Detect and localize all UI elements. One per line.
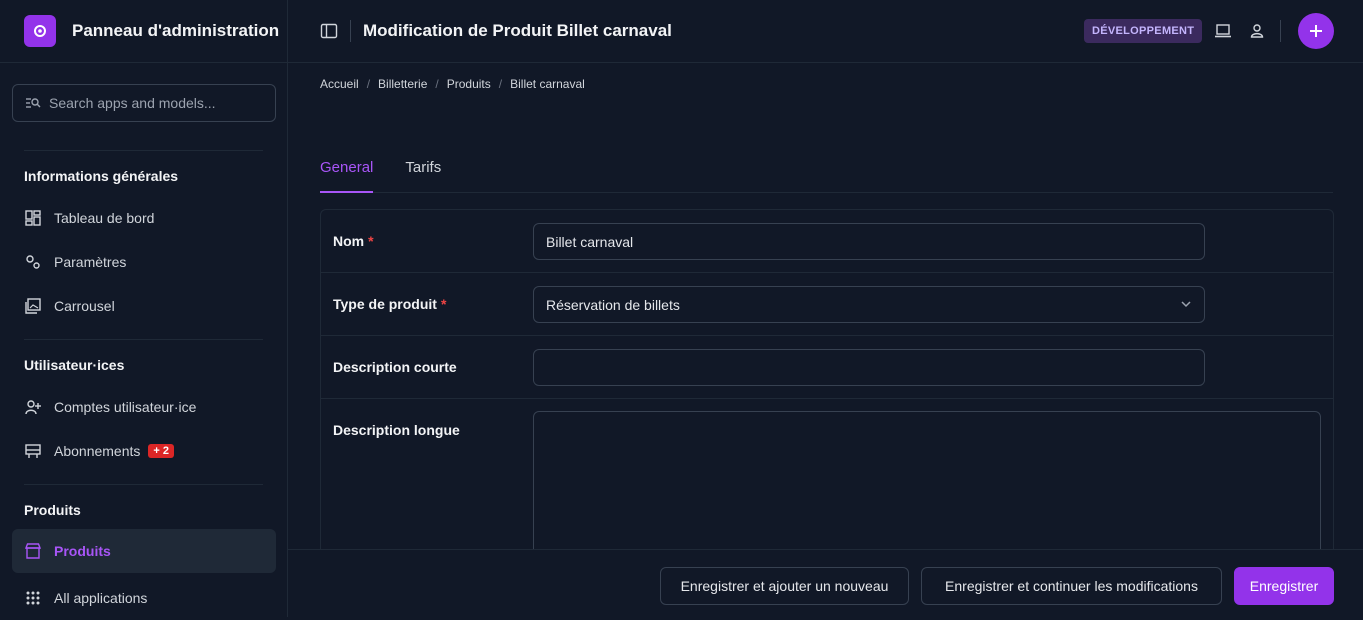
form-row-nom: Nom * Billet carnaval (321, 210, 1333, 273)
breadcrumb-item-home[interactable]: Accueil (320, 77, 359, 91)
sidebar-item-settings[interactable]: Paramètres (12, 240, 276, 284)
divider (24, 150, 263, 151)
subscription-icon (24, 442, 42, 460)
field-label: Nom * (333, 233, 374, 249)
save-and-add-button[interactable]: Enregistrer et ajouter un nouveau (660, 567, 909, 605)
name-field[interactable]: Billet carnaval (533, 223, 1205, 260)
product-type-value: Réservation de billets (546, 296, 680, 313)
brand-title[interactable]: Panneau d'administration (72, 21, 279, 41)
tab-tarifs[interactable]: Tarifs (405, 150, 441, 193)
sidebar-item-user-accounts[interactable]: Comptes utilisateur·ice (12, 385, 276, 429)
store-icon (24, 542, 42, 560)
field-label: Description courte (333, 359, 457, 375)
sidebar-item-label: All applications (54, 590, 148, 606)
sidebar-item-all-applications[interactable]: All applications (12, 576, 276, 620)
save-button[interactable]: Enregistrer (1234, 567, 1334, 605)
sidebar-item-label: Tableau de bord (54, 210, 155, 226)
user-icon[interactable] (1248, 22, 1266, 40)
form-actions-bar: Enregistrer et ajouter un nouveau Enregi… (288, 549, 1363, 617)
field-label: Type de produit * (333, 296, 447, 312)
form-row-short-description: Description courte (321, 336, 1333, 399)
short-description-field[interactable] (533, 349, 1205, 386)
save-and-continue-button[interactable]: Enregistrer et continuer les modificatio… (921, 567, 1222, 605)
add-button[interactable] (1298, 13, 1334, 49)
grid-icon (24, 589, 42, 607)
search-placeholder: Search apps and models... (49, 95, 216, 111)
group-title-products: Produits (24, 502, 81, 518)
sidebar-item-label: Abonnements (54, 443, 141, 459)
breadcrumb-separator: / (366, 77, 371, 91)
group-title-general: Informations générales (24, 168, 179, 184)
tab-bar: General Tarifs (320, 150, 1333, 193)
breadcrumb-item-current: Billet carnaval (510, 77, 585, 91)
dashboard-icon (24, 209, 42, 227)
environment-badge: DÉVELOPPEMENT (1084, 19, 1203, 43)
breadcrumb-separator: / (498, 77, 503, 91)
breadcrumb-item-products[interactable]: Produits (447, 77, 491, 91)
breadcrumb-item-ticketing[interactable]: Billetterie (378, 77, 427, 91)
chevron-down-icon (1181, 301, 1191, 308)
user-add-icon (24, 398, 42, 416)
long-description-field[interactable] (533, 411, 1321, 568)
plus-icon (1310, 25, 1322, 37)
brand: Panneau d'administration (0, 0, 287, 63)
required-marker: * (368, 233, 374, 249)
product-form: Nom * Billet carnaval Type de produit * Ré… (320, 209, 1334, 569)
form-row-long-description: Description longue (321, 399, 1333, 568)
laptop-icon[interactable] (1214, 22, 1232, 40)
tab-general[interactable]: General (320, 150, 374, 193)
gear-icon[interactable] (24, 15, 56, 47)
form-row-type: Type de produit * Réservation de billets (321, 273, 1333, 336)
field-label: Description longue (333, 422, 460, 438)
divider (24, 484, 263, 485)
breadcrumb-separator: / (435, 77, 439, 91)
sidebar-item-products[interactable]: Produits (12, 529, 276, 573)
group-title-users: Utilisateur·ices (24, 357, 125, 373)
sidebar-item-carousel[interactable]: Carrousel (12, 284, 276, 328)
name-field-value: Billet carnaval (546, 233, 634, 250)
divider (1280, 20, 1281, 42)
settings-icon (24, 253, 42, 271)
sidebar-toggle-icon[interactable] (320, 22, 338, 40)
sidebar-item-subscriptions[interactable]: Abonnements + 2 (12, 429, 276, 473)
divider (350, 20, 351, 42)
topbar: Modification de Produit Billet carnaval … (288, 0, 1363, 63)
search-input[interactable]: Search apps and models... (12, 84, 276, 122)
search-icon (26, 98, 41, 108)
product-type-select[interactable]: Réservation de billets (533, 286, 1205, 323)
required-marker: * (440, 296, 447, 312)
carousel-icon (24, 297, 42, 315)
divider (24, 339, 263, 340)
sidebar-item-label: Produits (54, 543, 111, 559)
sidebar-item-label: Carrousel (54, 298, 115, 314)
page-title: Modification de Produit Billet carnaval (363, 21, 672, 40)
sidebar-item-label: Comptes utilisateur·ice (54, 399, 197, 415)
count-badge: + 2 (148, 444, 175, 458)
breadcrumb: Accueil / Billetterie / Produits / Bille… (320, 77, 585, 91)
sidebar-item-label: Paramètres (54, 254, 127, 270)
sidebar: Panneau d'administration Search apps and… (0, 0, 288, 617)
sidebar-item-dashboard[interactable]: Tableau de bord (12, 196, 276, 240)
